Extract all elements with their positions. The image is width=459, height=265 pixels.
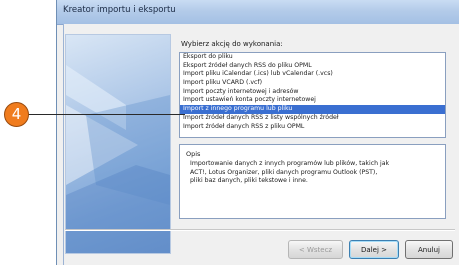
action-list-item-selected[interactable]: Import z innego programu lub pliku bbox=[180, 105, 445, 114]
action-list-item[interactable]: Eksport do pliku bbox=[180, 53, 445, 62]
button-separator bbox=[65, 229, 455, 231]
title-bar[interactable]: Kreator importu i eksportu bbox=[57, 0, 459, 25]
action-list-item[interactable]: Import pliku VCARD (.vcf) bbox=[180, 79, 445, 88]
action-list-item[interactable]: Import źródeł danych RSS z pliku OPML bbox=[180, 123, 445, 132]
action-list-item[interactable]: Import ustawień konta poczty internetowe… bbox=[180, 96, 445, 105]
import-export-wizard-dialog: Kreator importu i eksportu Wybierz akcję… bbox=[56, 0, 459, 265]
wizard-arrow-graphic bbox=[66, 65, 170, 253]
callout-pointer-line bbox=[27, 114, 185, 115]
back-button[interactable]: < Wstecz bbox=[288, 240, 343, 259]
description-title: Opis bbox=[186, 150, 201, 158]
screenshot-stage: Kreator importu i eksportu Wybierz akcję… bbox=[0, 0, 459, 265]
cancel-button[interactable]: Anuluj bbox=[405, 240, 453, 259]
action-list-item[interactable]: Import źródeł danych RSS z listy wspólny… bbox=[180, 114, 445, 123]
action-list-item[interactable]: Eksport źródeł danych RSS do pliku OPML bbox=[180, 62, 445, 71]
callout-number-badge: 4 bbox=[4, 102, 29, 127]
wizard-graphic bbox=[65, 34, 171, 254]
description-group: Opis Importowanie danych z innych progra… bbox=[179, 144, 446, 219]
next-button[interactable]: Dalej > bbox=[349, 240, 399, 259]
action-prompt-label: Wybierz akcję do wykonania: bbox=[181, 40, 283, 48]
window-title: Kreator importu i eksportu bbox=[63, 5, 176, 15]
description-text: Importowanie danych z innych programów l… bbox=[190, 160, 390, 185]
action-list-item[interactable]: Import pliku iCalendar (.ics) lub vCalen… bbox=[180, 70, 445, 79]
action-list[interactable]: Eksport do pliku Eksport źródeł danych R… bbox=[179, 52, 446, 138]
